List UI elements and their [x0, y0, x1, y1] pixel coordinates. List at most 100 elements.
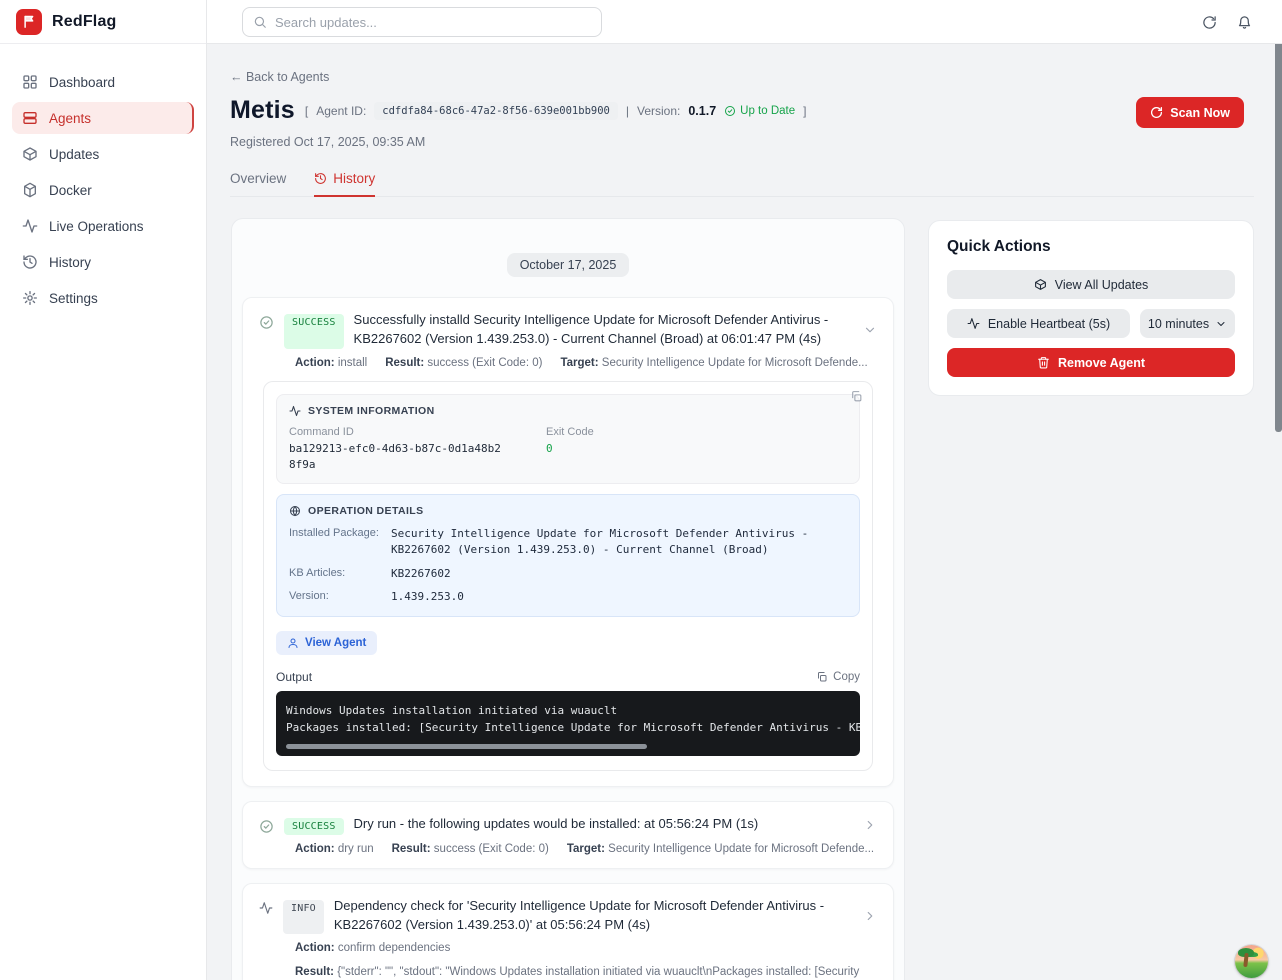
quick-actions-title: Quick Actions	[947, 238, 1235, 256]
agent-id-chip: cdfdfa84-68c6-47a2-8f56-639e001bb900	[374, 102, 618, 120]
event-action-line: Action: confirm dependencies	[295, 940, 877, 958]
pipe-divider: |	[626, 104, 629, 118]
server-icon	[22, 110, 38, 126]
event-title: Dependency check for 'Security Intellige…	[334, 897, 853, 935]
cube-icon	[22, 182, 38, 198]
status-badge: SUCCESS	[284, 818, 344, 835]
history-clock-icon	[314, 172, 327, 185]
bracket-close: ]	[803, 104, 806, 118]
sidebar-item-label: Agents	[49, 111, 91, 126]
search-input[interactable]	[275, 15, 591, 30]
bracket-open: [	[305, 104, 308, 118]
terminal-line: Windows Updates installation initiated v…	[286, 702, 850, 719]
redflag-logo	[16, 9, 42, 35]
user-icon	[287, 637, 299, 649]
sidebar-item-label: Docker	[49, 183, 92, 198]
registered-date: Registered Oct 17, 2025, 09:35 AM	[230, 135, 425, 149]
version-value: 0.1.7	[688, 104, 716, 118]
tab-overview[interactable]: Overview	[230, 170, 286, 196]
ops-row-value: KB2267602	[391, 566, 451, 583]
operation-details-panel: OPERATION DETAILS Installed Package: Sec…	[276, 494, 860, 617]
sidebar-item-label: Settings	[49, 291, 98, 306]
ops-row-value: 1.439.253.0	[391, 589, 464, 606]
sidebar-item-docker[interactable]: Docker	[12, 174, 194, 206]
history-clock-icon	[22, 254, 38, 270]
history-timeline: October 17, 2025 SUCCESS Successfully in…	[231, 218, 905, 980]
page-scrollbar-thumb[interactable]	[1275, 0, 1282, 432]
brand[interactable]: RedFlag	[0, 0, 206, 44]
agent-id-label: Agent ID:	[316, 104, 366, 118]
command-id-label: Command ID	[289, 426, 504, 438]
quick-actions-card: Quick Actions View All Updates Enable He…	[928, 220, 1254, 396]
sidebar-nav: Dashboard Agents Updates Docker Live Ope…	[0, 44, 206, 336]
sidebar: RedFlag Dashboard Agents Updates Docker …	[0, 0, 207, 980]
exit-code-value: 0	[546, 441, 594, 457]
search-icon	[253, 15, 267, 29]
brand-name: RedFlag	[52, 13, 117, 31]
event-card-dependency-check: INFO Dependency check for 'Security Inte…	[242, 883, 894, 980]
package-icon	[1034, 278, 1047, 291]
system-information-panel: SYSTEM INFORMATION Command ID ba129213-e…	[276, 394, 860, 484]
exit-code-label: Exit Code	[546, 426, 594, 438]
page-title: Metis	[230, 96, 295, 125]
enable-heartbeat-button[interactable]: Enable Heartbeat (5s)	[947, 309, 1130, 338]
view-all-updates-button[interactable]: View All Updates	[947, 270, 1235, 299]
sidebar-item-updates[interactable]: Updates	[12, 138, 194, 170]
activity-icon	[22, 218, 38, 234]
refresh-icon[interactable]	[1202, 15, 1217, 30]
date-chip: October 17, 2025	[507, 253, 630, 277]
event-details-panel: SYSTEM INFORMATION Command ID ba129213-e…	[263, 381, 873, 771]
sidebar-item-agents[interactable]: Agents	[12, 102, 194, 134]
sidebar-item-label: Dashboard	[49, 75, 115, 90]
event-card-dry-run: SUCCESS Dry run - the following updates …	[242, 801, 894, 869]
check-circle-icon	[724, 105, 736, 117]
refresh-icon	[1150, 106, 1163, 119]
event-title: Dry run - the following updates would be…	[354, 815, 853, 835]
chevron-right-icon[interactable]	[863, 818, 877, 832]
output-terminal: Windows Updates installation initiated v…	[276, 691, 860, 756]
activity-icon	[967, 317, 980, 330]
tab-history[interactable]: History	[314, 170, 375, 197]
dashboard-grid-icon	[22, 74, 38, 90]
remove-agent-button[interactable]: Remove Agent	[947, 348, 1235, 377]
copy-output-button[interactable]: Copy	[816, 671, 860, 683]
topbar	[207, 0, 1282, 44]
version-label: Version:	[637, 104, 680, 118]
terminal-hscrollbar[interactable]	[286, 744, 647, 749]
command-id-value: ba129213-efc0-4d63-b87c-0d1a48b28f9a	[289, 441, 504, 473]
up-to-date-badge: Up to Date	[724, 105, 795, 117]
copy-icon[interactable]	[850, 390, 863, 403]
interval-dropdown[interactable]: 10 minutes	[1140, 309, 1235, 338]
sidebar-item-label: History	[49, 255, 91, 270]
sidebar-item-label: Updates	[49, 147, 99, 162]
ops-row-label: Installed Package:	[289, 526, 391, 559]
output-label: Output	[276, 670, 312, 684]
check-circle-icon	[259, 315, 274, 349]
event-title: Successfully installd Security Intellige…	[354, 311, 853, 349]
terminal-line: Packages installed: [Security Intelligen…	[286, 719, 850, 736]
event-meta: Action: install Result: success (Exit Co…	[295, 357, 877, 369]
back-to-agents-link[interactable]: ← Back to Agents	[230, 70, 329, 84]
sidebar-item-settings[interactable]: Settings	[12, 282, 194, 314]
tabs: Overview History	[230, 170, 1254, 197]
copy-icon	[816, 671, 828, 683]
activity-icon	[259, 901, 273, 935]
sidebar-item-history[interactable]: History	[12, 246, 194, 278]
view-agent-button[interactable]: View Agent	[276, 631, 377, 655]
check-circle-icon	[259, 819, 274, 835]
scan-now-button[interactable]: Scan Now	[1136, 97, 1244, 128]
event-result-line: Result: {"stderr": "", "stdout": "Window…	[295, 964, 877, 980]
ops-row-label: Version:	[289, 589, 391, 606]
chevron-down-icon[interactable]	[863, 323, 877, 337]
sidebar-item-dashboard[interactable]: Dashboard	[12, 66, 194, 98]
bell-icon[interactable]	[1237, 15, 1252, 30]
sidebar-item-live-operations[interactable]: Live Operations	[12, 210, 194, 242]
gear-icon	[22, 290, 38, 306]
trash-icon	[1037, 356, 1050, 369]
island-overlay-icon[interactable]	[1235, 945, 1268, 978]
status-badge: INFO	[283, 900, 324, 935]
ops-row-value: Security Intelligence Update for Microso…	[391, 526, 847, 559]
search-box[interactable]	[242, 7, 602, 37]
flag-icon	[22, 14, 37, 29]
chevron-right-icon[interactable]	[863, 909, 877, 923]
